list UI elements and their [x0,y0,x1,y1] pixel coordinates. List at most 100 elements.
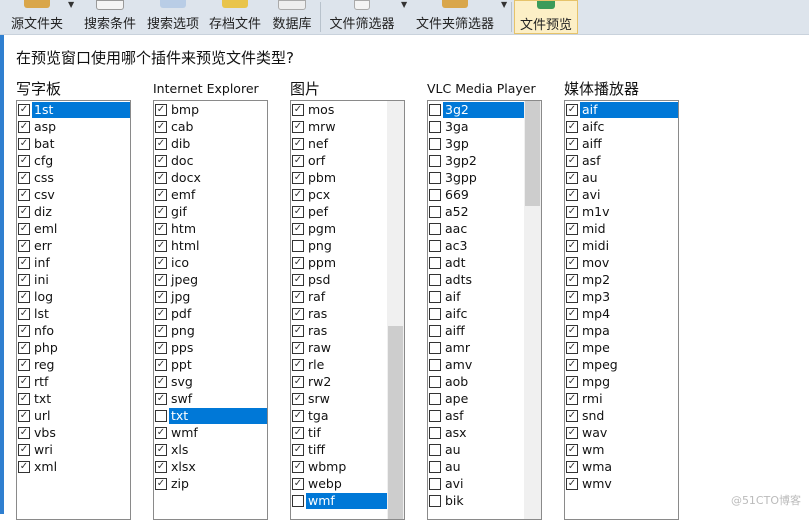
checkbox[interactable]: ✓ [155,171,167,184]
checkbox[interactable]: ✓ [292,188,304,201]
list-item[interactable]: 3gp2 [428,152,525,169]
checkbox[interactable]: ✓ [292,341,304,354]
toolbar-file-filter-button[interactable]: 文件筛选器 [324,0,400,34]
list-item[interactable]: ✓ tiff [291,441,388,458]
list-item[interactable]: 3ga [428,118,525,135]
list-item[interactable]: ✓ srw [291,390,388,407]
checkbox[interactable]: ✓ [292,154,304,167]
checkbox[interactable]: ✓ [566,273,578,286]
checkbox[interactable]: ✓ [292,358,304,371]
list-item[interactable]: ✓ csv [17,186,130,203]
list-item[interactable]: ✓ pcx [291,186,388,203]
list-item[interactable]: ✓ asf [565,152,678,169]
checkbox[interactable]: ✓ [566,443,578,456]
checkbox[interactable]: ✓ [155,273,167,286]
checkbox[interactable]: ✓ [566,426,578,439]
list-item[interactable]: ✓ emf [154,186,267,203]
checkbox[interactable]: ✓ [292,426,304,439]
toolbar-search-options-button[interactable]: 搜索选项 [143,0,203,34]
checkbox[interactable]: ✓ [566,477,578,490]
checkbox[interactable]: ✓ [566,392,578,405]
checkbox[interactable] [429,494,441,507]
checkbox[interactable]: ✓ [566,307,578,320]
list-item[interactable]: ✓ webp [291,475,388,492]
list-item[interactable]: ✓ htm [154,220,267,237]
list-item[interactable]: ✓ rmi [565,390,678,407]
list-item[interactable]: ✓ ico [154,254,267,271]
checkbox[interactable]: ✓ [18,137,30,150]
list-item[interactable]: 669 [428,186,525,203]
list-item[interactable]: ✓ ppm [291,254,388,271]
list-item[interactable]: ✓ wbmp [291,458,388,475]
list-item[interactable]: ✓ pdf [154,305,267,322]
checkbox[interactable]: ✓ [292,392,304,405]
checkbox[interactable]: ✓ [18,324,30,337]
checkbox[interactable]: ✓ [155,477,167,490]
checkbox[interactable] [155,409,167,422]
list-item[interactable]: aiff [428,322,525,339]
extension-list-images[interactable]: ✓ mos ✓ mrw ✓ nef ✓ orf ✓ pbm ✓ pcx ✓ pef ✓ pgm png ✓ ppm ✓… [290,100,405,520]
list-item[interactable]: ✓ raf [291,288,388,305]
list-item[interactable]: ✓ mpa [565,322,678,339]
list-item[interactable]: ac3 [428,237,525,254]
dropdown-arrow-icon[interactable]: ▼ [68,0,74,9]
list-item[interactable]: ✓ inf [17,254,130,271]
list-item[interactable]: 3g2 [428,101,525,118]
list-item[interactable]: ✓ mpe [565,339,678,356]
checkbox[interactable]: ✓ [292,290,304,303]
toolbar-folder-filter-button[interactable]: 文件夹筛选器 [410,0,500,34]
list-item[interactable]: ✓ rw2 [291,373,388,390]
checkbox[interactable]: ✓ [292,205,304,218]
list-item[interactable]: ✓ cab [154,118,267,135]
list-item[interactable]: a52 [428,203,525,220]
checkbox[interactable]: ✓ [18,154,30,167]
checkbox[interactable]: ✓ [18,273,30,286]
checkbox[interactable]: ✓ [292,103,304,116]
checkbox[interactable]: ✓ [18,443,30,456]
checkbox[interactable] [429,409,441,422]
extension-list-internet-explorer[interactable]: ✓ bmp ✓ cab ✓ dib ✓ doc ✓ docx ✓ emf ✓ gif ✓ htm ✓ html ✓ i… [153,100,268,520]
checkbox[interactable]: ✓ [155,426,167,439]
list-item[interactable]: ✓ xml [17,458,130,475]
list-item[interactable]: ✓ mov [565,254,678,271]
list-item[interactable]: ✓ url [17,407,130,424]
checkbox[interactable]: ✓ [566,205,578,218]
list-item[interactable]: ✓ gif [154,203,267,220]
list-item[interactable]: ✓ snd [565,407,678,424]
dropdown-arrow-icon[interactable]: ▼ [401,0,407,9]
list-item[interactable]: ✓ 1st [17,101,130,118]
checkbox[interactable]: ✓ [18,358,30,371]
list-item[interactable]: ✓ midi [565,237,678,254]
checkbox[interactable]: ✓ [155,256,167,269]
list-item[interactable]: ✓ mp3 [565,288,678,305]
list-item[interactable]: aob [428,373,525,390]
list-item[interactable]: ✓ err [17,237,130,254]
checkbox[interactable] [429,256,441,269]
checkbox[interactable]: ✓ [292,256,304,269]
scrollbar-thumb[interactable] [525,101,540,206]
dropdown-arrow-icon[interactable]: ▼ [501,0,507,9]
list-item[interactable]: ✓ mpg [565,373,678,390]
checkbox[interactable] [429,341,441,354]
extension-list-media-player[interactable]: ✓ aif ✓ aifc ✓ aiff ✓ asf ✓ au ✓ avi ✓ m1v ✓ mid ✓ midi ✓ m… [564,100,679,520]
list-item[interactable]: ✓ pef [291,203,388,220]
list-item[interactable]: ✓ cfg [17,152,130,169]
list-item[interactable]: ✓ nfo [17,322,130,339]
checkbox[interactable] [429,205,441,218]
checkbox[interactable]: ✓ [155,324,167,337]
list-item[interactable]: amv [428,356,525,373]
checkbox[interactable]: ✓ [155,307,167,320]
list-item[interactable]: ✓ ppt [154,356,267,373]
checkbox[interactable]: ✓ [566,103,578,116]
checkbox[interactable]: ✓ [155,460,167,473]
checkbox[interactable]: ✓ [292,171,304,184]
list-item[interactable]: 3gp [428,135,525,152]
checkbox[interactable] [429,171,441,184]
checkbox[interactable]: ✓ [18,290,30,303]
checkbox[interactable]: ✓ [18,409,30,422]
checkbox[interactable]: ✓ [566,409,578,422]
list-item[interactable]: ✓ tga [291,407,388,424]
list-item[interactable]: ✓ mpeg [565,356,678,373]
checkbox[interactable]: ✓ [566,239,578,252]
checkbox[interactable]: ✓ [155,358,167,371]
